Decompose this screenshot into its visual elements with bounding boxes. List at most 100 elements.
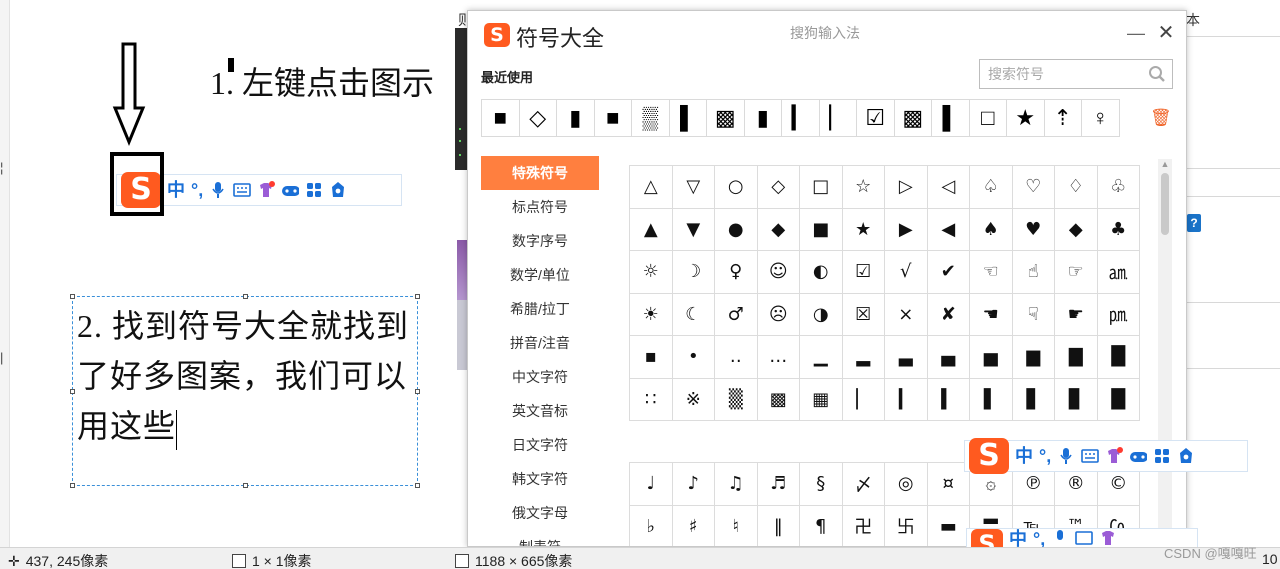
symbol-cell[interactable]: ◀ bbox=[927, 208, 970, 251]
symbol-cell[interactable]: ♮ bbox=[715, 505, 758, 546]
symbol-cell[interactable]: ☑ bbox=[842, 251, 885, 294]
recent-symbol-cell[interactable]: ▎ bbox=[781, 99, 820, 137]
symbol-cell[interactable]: ★ bbox=[842, 208, 885, 251]
game-icon[interactable] bbox=[281, 181, 300, 199]
punctuation-toggle[interactable]: °, bbox=[191, 180, 203, 200]
skin-icon[interactable] bbox=[1099, 529, 1117, 547]
toolbox-icon[interactable] bbox=[1153, 447, 1171, 465]
chinese-mode-toggle[interactable]: 中 bbox=[1015, 446, 1033, 466]
zoom-level[interactable]: 10 bbox=[1262, 551, 1278, 567]
scroll-thumb[interactable] bbox=[1161, 173, 1169, 235]
recent-symbol-cell[interactable]: ▌ bbox=[931, 99, 970, 137]
symbol-cell[interactable]: … bbox=[757, 336, 800, 379]
symbol-cell[interactable]: ▦ bbox=[800, 378, 843, 421]
skin-icon[interactable] bbox=[257, 181, 276, 199]
symbol-cell[interactable]: ♣ bbox=[1097, 208, 1140, 251]
help-icon[interactable]: ? bbox=[1187, 214, 1201, 232]
recent-symbol-cell[interactable]: ▩ bbox=[706, 99, 745, 137]
symbol-cell[interactable]: § bbox=[800, 463, 843, 506]
symbol-cell[interactable]: ■ bbox=[800, 208, 843, 251]
symbol-cell[interactable]: ♤ bbox=[970, 166, 1013, 209]
search-input[interactable] bbox=[980, 60, 1130, 88]
symbol-cell[interactable]: 卍 bbox=[843, 505, 885, 546]
symbol-cell[interactable]: ☚ bbox=[970, 293, 1013, 336]
keyboard-icon[interactable] bbox=[233, 181, 252, 199]
symbol-cell[interactable]: ※ bbox=[672, 378, 715, 421]
scroll-up-icon[interactable]: ▲ bbox=[1160, 159, 1170, 171]
symbol-cell[interactable]: ♬ bbox=[757, 463, 800, 506]
symbol-cell[interactable]: ☹ bbox=[757, 293, 800, 336]
symbol-cell[interactable]: ♪ bbox=[672, 463, 715, 506]
recent-symbol-cell[interactable]: ■ bbox=[481, 99, 520, 137]
symbol-cell[interactable]: ✘ bbox=[927, 293, 970, 336]
symbol-cell[interactable]: ‖ bbox=[758, 505, 800, 546]
symbol-cell[interactable]: ▁ bbox=[800, 336, 843, 379]
symbol-cell[interactable]: 〆 bbox=[842, 463, 885, 506]
sogou-logo-icon[interactable]: S bbox=[971, 529, 1003, 547]
symbol-cell[interactable]: ▃ bbox=[885, 336, 928, 379]
category-item[interactable]: 拼音/注音 bbox=[481, 326, 599, 360]
symbol-cell[interactable]: ▅ bbox=[970, 336, 1013, 379]
recent-symbol-cell[interactable]: ◇ bbox=[518, 99, 557, 137]
symbol-cell[interactable]: ▆ bbox=[1012, 336, 1055, 379]
symbol-cell[interactable]: ▩ bbox=[757, 378, 800, 421]
symbol-cell[interactable]: ◎ bbox=[885, 463, 928, 506]
symbol-cell[interactable]: ☝ bbox=[1012, 251, 1055, 294]
category-item[interactable]: 英文音标 bbox=[481, 394, 599, 428]
symbol-cell[interactable]: ▂ bbox=[842, 336, 885, 379]
symbol-cell[interactable]: ▒ bbox=[715, 378, 758, 421]
recent-symbol-cell[interactable]: ♀ bbox=[1081, 99, 1120, 137]
trash-icon[interactable]: 🗑 bbox=[1150, 108, 1172, 128]
symbol-cell[interactable]: ▌ bbox=[970, 378, 1013, 421]
scrollbar[interactable]: ▲ bbox=[1158, 159, 1172, 546]
toolbox-icon[interactable] bbox=[305, 181, 323, 199]
symbol-cell[interactable]: □ bbox=[800, 166, 843, 209]
recent-symbol-cell[interactable]: ★ bbox=[1006, 99, 1045, 137]
category-item[interactable]: 标点符号 bbox=[481, 190, 599, 224]
symbol-cell[interactable]: ○ bbox=[715, 166, 758, 209]
category-item[interactable]: 制表符 bbox=[481, 530, 599, 546]
sogou-toolbar[interactable]: S 中 °, bbox=[964, 438, 1248, 474]
symbol-cell[interactable]: ¶ bbox=[800, 505, 843, 546]
symbol-cell[interactable]: ☒ bbox=[842, 293, 885, 336]
symbol-cell[interactable]: ▲ bbox=[630, 208, 673, 251]
microphone-icon[interactable] bbox=[1057, 447, 1075, 465]
recent-symbol-cell[interactable]: ☑ bbox=[856, 99, 895, 137]
symbol-cell[interactable]: ☾ bbox=[672, 293, 715, 336]
symbol-cell[interactable]: ▏ bbox=[842, 378, 885, 421]
symbol-cell[interactable]: ▄ bbox=[927, 336, 970, 379]
punctuation-toggle[interactable]: °, bbox=[1033, 529, 1045, 547]
category-item[interactable]: 数学/单位 bbox=[481, 258, 599, 292]
recent-symbol-cell[interactable]: ▒ bbox=[631, 99, 670, 137]
symbol-cell[interactable]: ♩ bbox=[630, 463, 673, 506]
symbol-cell[interactable]: ♠ bbox=[970, 208, 1013, 251]
symbol-search[interactable] bbox=[979, 59, 1173, 89]
symbol-cell[interactable]: ☟ bbox=[1012, 293, 1055, 336]
symbol-cell[interactable]: ☛ bbox=[1055, 293, 1098, 336]
recent-symbol-cell[interactable]: ▮ bbox=[556, 99, 595, 137]
symbol-cell[interactable]: ▇ bbox=[1055, 336, 1098, 379]
symbol-cell[interactable]: ▪ bbox=[630, 336, 673, 379]
recent-symbol-cell[interactable]: ▩ bbox=[893, 99, 932, 137]
symbol-cell[interactable]: × bbox=[885, 293, 928, 336]
symbol-cell[interactable]: ♯ bbox=[673, 505, 715, 546]
category-item[interactable]: 中文字符 bbox=[481, 360, 599, 394]
settings-icon[interactable] bbox=[329, 181, 347, 199]
recent-symbol-cell[interactable]: ▮ bbox=[743, 99, 782, 137]
search-icon[interactable] bbox=[1148, 65, 1166, 83]
symbol-cell[interactable]: ▍ bbox=[927, 378, 970, 421]
keyboard-icon[interactable] bbox=[1081, 447, 1100, 465]
symbol-cell[interactable]: ♀ bbox=[715, 251, 758, 294]
symbol-cell[interactable]: ▊ bbox=[1055, 378, 1098, 421]
symbol-cell[interactable]: 卐 bbox=[885, 505, 928, 546]
symbol-cell[interactable]: ㏘ bbox=[1097, 293, 1140, 336]
symbol-cell[interactable]: √ bbox=[885, 251, 928, 294]
symbol-cell[interactable]: ☽ bbox=[672, 251, 715, 294]
symbol-cell[interactable]: █ bbox=[1097, 336, 1140, 379]
symbol-cell[interactable]: █ bbox=[1097, 378, 1140, 421]
symbol-cell[interactable]: ☼ bbox=[630, 251, 673, 294]
symbol-cell[interactable]: ◇ bbox=[757, 166, 800, 209]
symbol-cell[interactable]: ♡ bbox=[1012, 166, 1055, 209]
symbol-cell[interactable]: ♂ bbox=[715, 293, 758, 336]
symbol-cell[interactable]: ☆ bbox=[842, 166, 885, 209]
